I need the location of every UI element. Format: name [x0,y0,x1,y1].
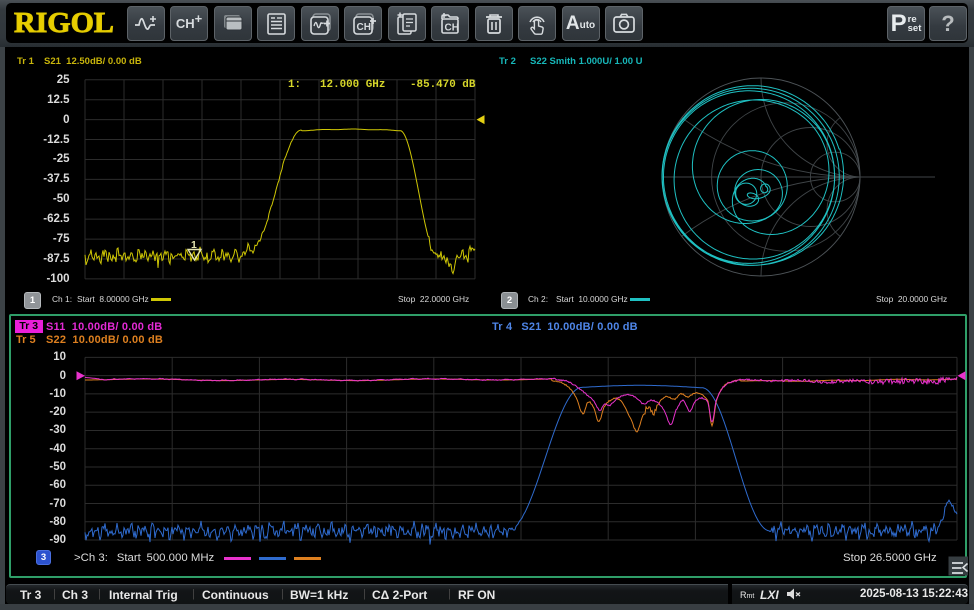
svg-text:1: 1 [191,239,197,251]
